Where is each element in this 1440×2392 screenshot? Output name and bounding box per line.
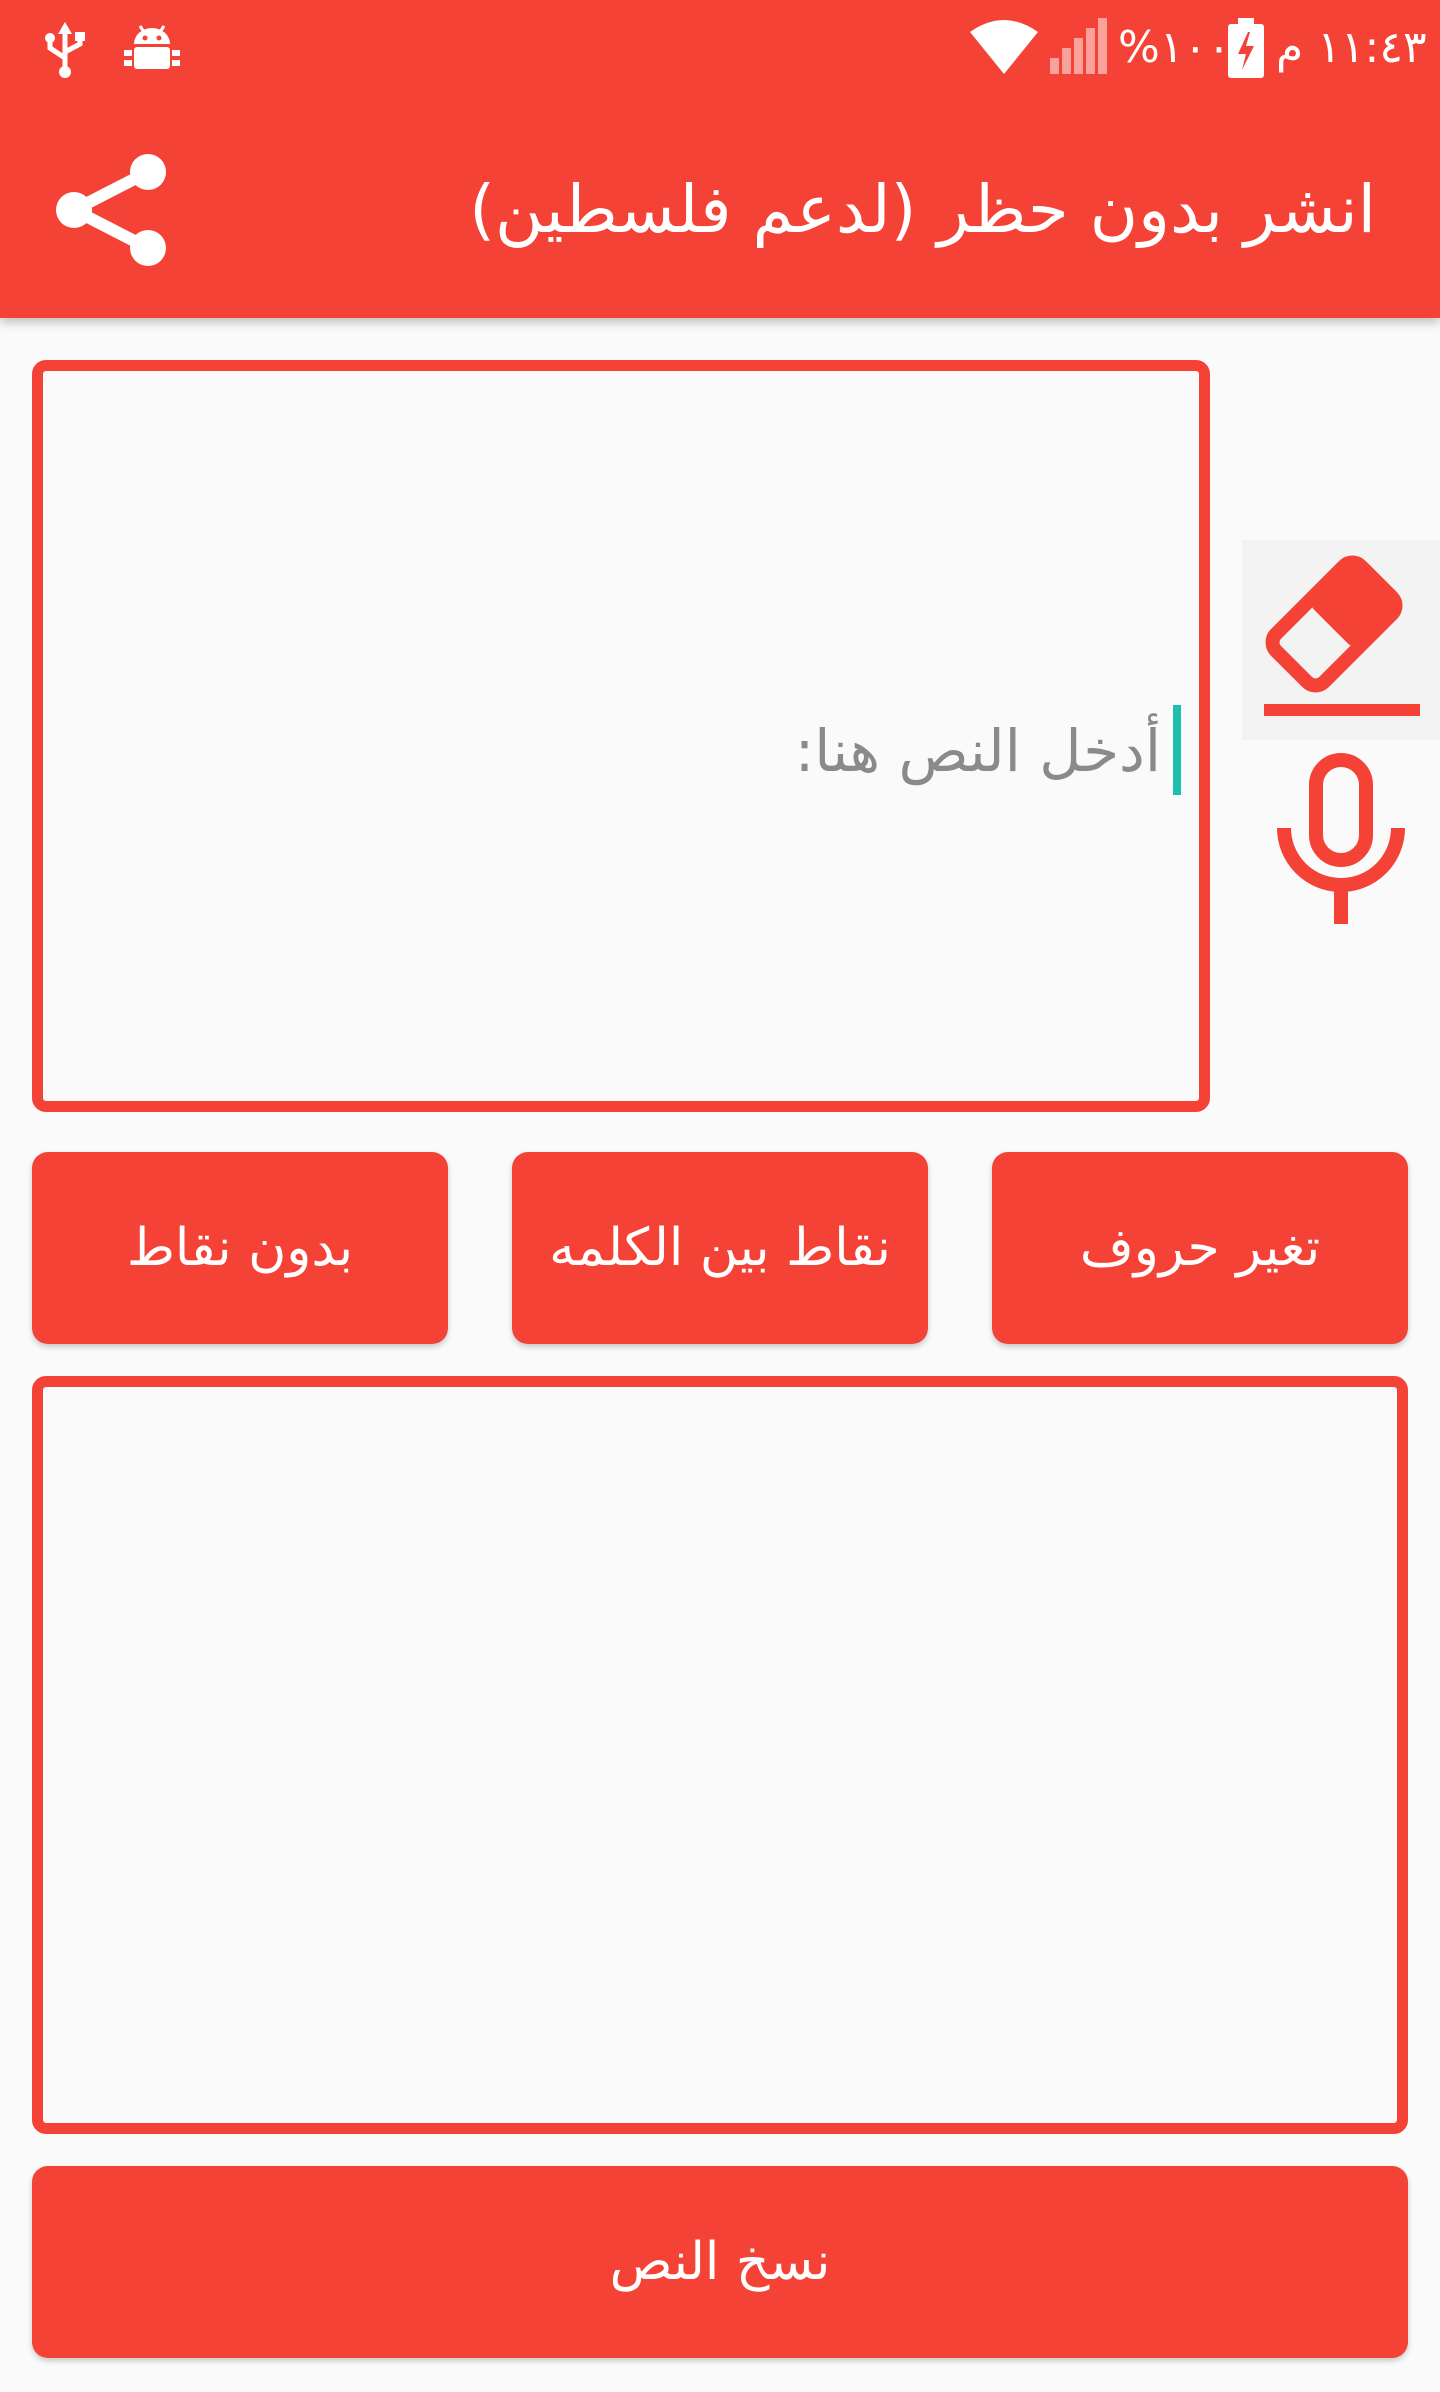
battery-charging-icon <box>1228 18 1264 78</box>
usb-icon <box>45 22 85 78</box>
status-time: ١١:٤٣ م <box>1276 22 1427 73</box>
dots-between-word-button[interactable]: نقاط بين الكلمه <box>512 1152 928 1344</box>
clear-text-button[interactable] <box>1242 540 1440 740</box>
microphone-icon <box>1277 753 1405 924</box>
status-bar: %١٠٠ ١١:٤٣ م <box>0 0 1440 96</box>
change-letters-button[interactable]: تغير حروف <box>992 1152 1408 1344</box>
copy-text-button[interactable]: نسخ النص <box>32 2166 1408 2358</box>
app-title: انشر بدون حظر (لدعم فلسطين) <box>469 171 1376 248</box>
input-text-area[interactable]: أدخل النص هنا: <box>32 360 1210 1112</box>
input-placeholder: أدخل النص هنا: <box>794 717 1161 785</box>
output-text-area[interactable] <box>32 1376 1408 2134</box>
app-header: %١٠٠ ١١:٤٣ م انشر بدون حظر (لدعم فلسطين) <box>0 0 1440 318</box>
app-screen: %١٠٠ ١١:٤٣ م انشر بدون حظر (لدعم فلسطين)… <box>0 0 1440 2392</box>
text-caret <box>1173 705 1181 795</box>
android-debug-icon <box>124 25 180 69</box>
no-dots-button[interactable]: بدون نقاط <box>32 1152 448 1344</box>
voice-input-button[interactable] <box>1262 748 1420 928</box>
battery-percent: %١٠٠ <box>1118 22 1231 73</box>
share-icon[interactable] <box>48 150 178 270</box>
cell-signal-icon <box>1050 18 1107 74</box>
eraser-icon <box>1264 555 1420 716</box>
wifi-icon <box>970 20 1038 74</box>
